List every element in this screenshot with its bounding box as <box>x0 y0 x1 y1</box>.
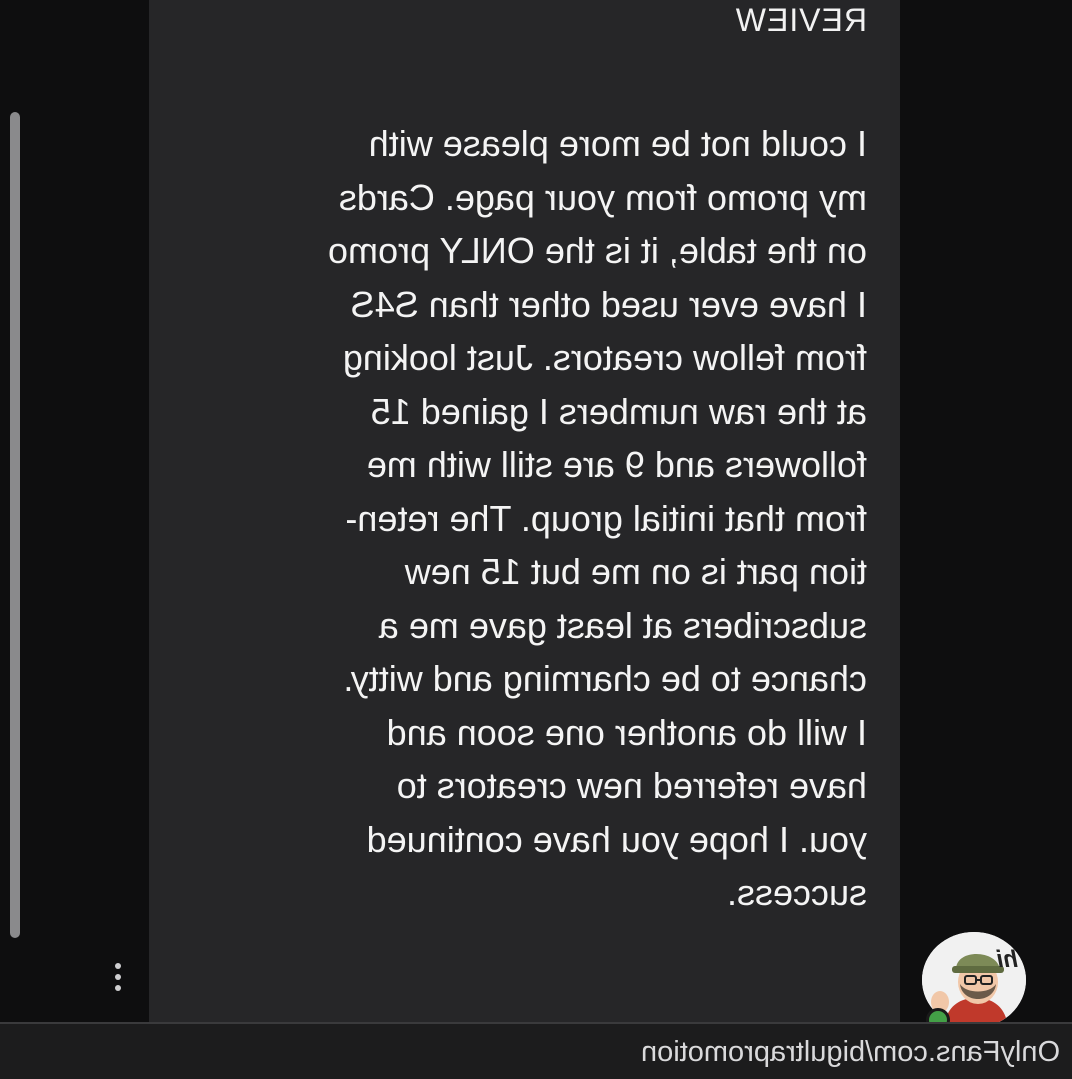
scrollbar-thumb[interactable] <box>10 112 20 938</box>
review-title: REVIEW <box>734 2 867 38</box>
kebab-vertical-icon[interactable] <box>112 963 124 997</box>
review-line: have referred new creators to <box>396 765 867 806</box>
kebab-dot <box>115 985 121 991</box>
mirrored-view: REVIEW I could not be more please with m… <box>0 0 1072 1079</box>
review-line: subscribers at least gave me a <box>378 604 867 646</box>
review-text: I could not be more please with my promo… <box>177 117 867 920</box>
footer-link[interactable]: OnlyFans.com/bigultrapromotion <box>641 1034 1060 1070</box>
footer-bar: OnlyFans.com/bigultrapromotion <box>0 1022 1072 1079</box>
kebab-dot <box>115 963 121 969</box>
review-line: you. I hope you have continued <box>366 818 867 860</box>
review-line: from fellow creators. Just looking <box>342 337 867 378</box>
review-line: tion part is on me but 15 new <box>404 551 867 592</box>
review-line: on the table, it is the ONLY promo <box>328 230 867 271</box>
review-line: I could not be more please with <box>368 123 867 164</box>
review-line: at the raw numbers I gained 15 <box>370 390 867 432</box>
avatar-hi-caption: hi <box>996 946 1018 973</box>
review-line: from that initial group. The reten- <box>345 497 867 539</box>
screen: REVIEW I could not be more please with m… <box>0 0 1072 1079</box>
review-line: chance to be charming and witty. <box>343 658 867 699</box>
review-line: my promo from your page. Cards <box>338 176 867 218</box>
review-line: followers and 9 are still with me <box>366 444 867 485</box>
review-line: success. <box>726 872 867 913</box>
kebab-dot <box>115 974 121 980</box>
review-line: I will do another one soon and <box>386 711 867 753</box>
review-line: I have ever used other than S4S <box>350 283 867 325</box>
